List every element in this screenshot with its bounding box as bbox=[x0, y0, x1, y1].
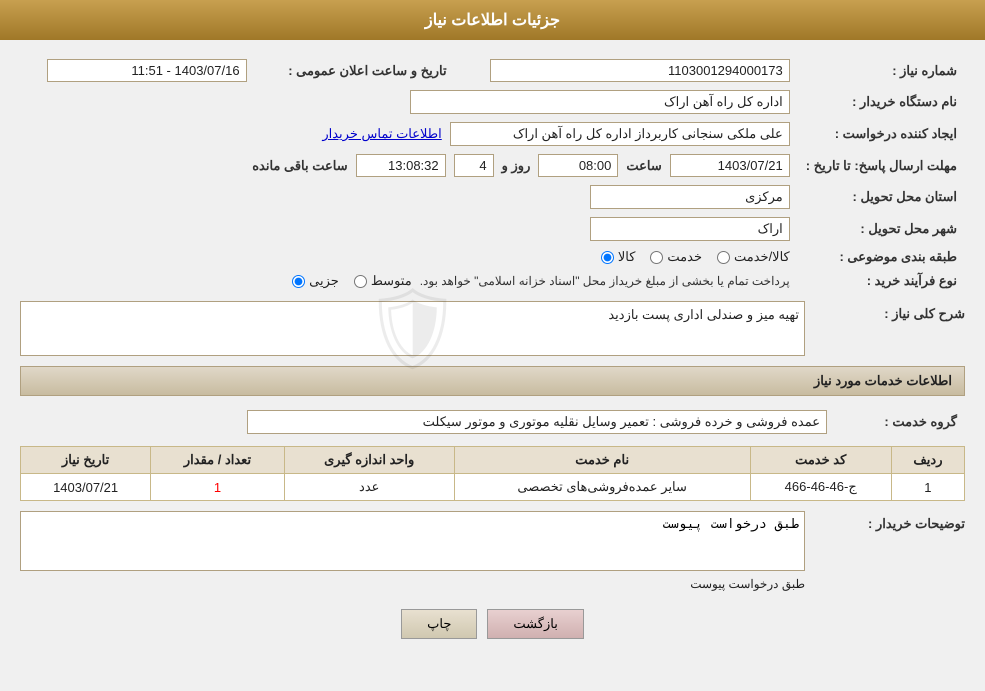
buyer-desc-textarea[interactable] bbox=[20, 511, 805, 571]
col-qty: تعداد / مقدار bbox=[151, 447, 285, 474]
table-row: طبقه بندی موضوعی : کالا/خدمت خدمت کالا bbox=[20, 245, 965, 269]
cell-code: ج-46-46-466 bbox=[750, 474, 891, 501]
announcement-value: 1403/07/16 - 11:51 bbox=[20, 55, 255, 86]
cell-row: 1 bbox=[891, 474, 964, 501]
deadline-remaining-label: ساعت باقی مانده bbox=[252, 158, 347, 174]
col-name: نام خدمت bbox=[454, 447, 750, 474]
table-row: نام دستگاه خریدار : اداره کل راه آهن ارا… bbox=[20, 86, 965, 118]
page-header: جزئیات اطلاعات نیاز bbox=[0, 0, 985, 40]
city-input: اراک bbox=[590, 217, 790, 241]
radio-khedmat[interactable] bbox=[650, 251, 663, 264]
deadline-time-input: 08:00 bbox=[538, 154, 618, 177]
buyer-desc-section: توضیحات خریدار : طبق درخواست پیوست bbox=[20, 511, 965, 594]
radio-item-partial[interactable]: جزیی bbox=[292, 273, 339, 289]
deadline-time-label: ساعت bbox=[626, 158, 661, 174]
radio-medium[interactable] bbox=[354, 275, 367, 288]
need-number-input: 1103001294000173 bbox=[490, 59, 790, 82]
services-table-header: ردیف کد خدمت نام خدمت واحد اندازه گیری ت… bbox=[21, 447, 965, 474]
radio-item-kala-khedmat[interactable]: کالا/خدمت bbox=[717, 249, 790, 265]
col-date: تاریخ نیاز bbox=[21, 447, 151, 474]
need-number-value: 1103001294000173 bbox=[455, 55, 798, 86]
radio-kala-khedmat[interactable] bbox=[717, 251, 730, 264]
service-group-table: گروه خدمت : عمده فروشی و خرده فروشی : تع… bbox=[20, 406, 965, 438]
table-row: شماره نیاز : 1103001294000173 تاریخ و سا… bbox=[20, 55, 965, 86]
category-radio-group: کالا/خدمت خدمت کالا bbox=[28, 249, 790, 265]
services-table: ردیف کد خدمت نام خدمت واحد اندازه گیری ت… bbox=[20, 446, 965, 501]
col-row: ردیف bbox=[891, 447, 964, 474]
purchase-type-label: نوع فرآیند خرید : bbox=[798, 269, 965, 293]
deadline-date-input: 1403/07/21 bbox=[670, 154, 790, 177]
requester-label: ایجاد کننده درخواست : bbox=[798, 118, 965, 150]
buyer-desc-label: توضیحات خریدار : bbox=[815, 511, 965, 532]
cell-date: 1403/07/21 bbox=[21, 474, 151, 501]
radio-kala[interactable] bbox=[601, 251, 614, 264]
page-wrapper: جزئیات اطلاعات نیاز شماره نیاز : 1103001… bbox=[0, 0, 985, 691]
col-code: کد خدمت bbox=[750, 447, 891, 474]
requester-input: علی ملکی سنجانی کاربرداز اداره کل راه آه… bbox=[450, 122, 790, 146]
purchase-type-note: پرداخت تمام یا بخشی از مبلغ خریداز محل "… bbox=[420, 274, 790, 288]
col-unit: واحد اندازه گیری bbox=[284, 447, 454, 474]
deadline-days-input: 4 bbox=[454, 154, 494, 177]
service-group-label: گروه خدمت : bbox=[835, 406, 965, 438]
radio-item-kala[interactable]: کالا bbox=[601, 249, 636, 265]
requester-contact-link[interactable]: اطلاعات تماس خریدار bbox=[322, 126, 441, 142]
services-section-header: اطلاعات خدمات مورد نیاز bbox=[20, 366, 965, 396]
province-input: مرکزی bbox=[590, 185, 790, 209]
need-desc-section: شرح کلی نیاز : 🛡 تهیه میز و صندلی اداری … bbox=[20, 301, 965, 356]
province-label: استان محل تحویل : bbox=[798, 181, 965, 213]
radio-item-khedmat[interactable]: خدمت bbox=[650, 249, 702, 265]
print-button[interactable]: چاپ bbox=[401, 609, 477, 639]
back-button[interactable]: بازگشت bbox=[487, 609, 583, 639]
deadline-label: مهلت ارسال پاسخ: تا تاریخ : bbox=[798, 150, 965, 181]
need-desc-input: تهیه میز و صندلی اداری پست بازدید bbox=[20, 301, 805, 356]
radio-partial[interactable] bbox=[292, 275, 305, 288]
city-label: شهر محل تحویل : bbox=[798, 213, 965, 245]
category-label: طبقه بندی موضوعی : bbox=[798, 245, 965, 269]
buyer-desc-text: طبق درخواست پیوست bbox=[20, 574, 805, 594]
radio-item-medium[interactable]: متوسط bbox=[354, 273, 412, 289]
table-row: شهر محل تحویل : اراک bbox=[20, 213, 965, 245]
need-number-label: شماره نیاز : bbox=[798, 55, 965, 86]
deadline-remaining-input: 13:08:32 bbox=[356, 154, 446, 177]
buyer-org-label: نام دستگاه خریدار : bbox=[798, 86, 965, 118]
buyer-org-input: اداره کل راه آهن اراک bbox=[410, 90, 790, 114]
deadline-days-label: روز و bbox=[502, 158, 531, 174]
purchase-type-radio-group: متوسط جزیی bbox=[292, 273, 412, 289]
main-content: شماره نیاز : 1103001294000173 تاریخ و سا… bbox=[0, 40, 985, 654]
services-table-body: 1 ج-46-46-466 سایر عمده‌فروشی‌های تخصصی … bbox=[21, 474, 965, 501]
announcement-label: تاریخ و ساعت اعلان عمومی : bbox=[255, 55, 455, 86]
cell-qty: 1 bbox=[151, 474, 285, 501]
cell-name: سایر عمده‌فروشی‌های تخصصی bbox=[454, 474, 750, 501]
table-row: مهلت ارسال پاسخ: تا تاریخ : 1403/07/21 س… bbox=[20, 150, 965, 181]
service-group-input: عمده فروشی و خرده فروشی : تعمیر وسایل نق… bbox=[247, 410, 827, 434]
table-row: استان محل تحویل : مرکزی bbox=[20, 181, 965, 213]
info-table: شماره نیاز : 1103001294000173 تاریخ و سا… bbox=[20, 55, 965, 293]
button-bar: بازگشت چاپ bbox=[20, 609, 965, 639]
table-row: گروه خدمت : عمده فروشی و خرده فروشی : تع… bbox=[20, 406, 965, 438]
table-row: ردیف کد خدمت نام خدمت واحد اندازه گیری ت… bbox=[21, 447, 965, 474]
need-desc-area: 🛡 تهیه میز و صندلی اداری پست بازدید bbox=[20, 301, 805, 356]
table-row: نوع فرآیند خرید : پرداخت تمام یا بخشی از… bbox=[20, 269, 965, 293]
need-desc-label: شرح کلی نیاز : bbox=[815, 301, 965, 322]
page-title: جزئیات اطلاعات نیاز bbox=[425, 12, 560, 29]
announcement-input: 1403/07/16 - 11:51 bbox=[47, 59, 247, 82]
cell-unit: عدد bbox=[284, 474, 454, 501]
table-row: ایجاد کننده درخواست : علی ملکی سنجانی کا… bbox=[20, 118, 965, 150]
table-row: 1 ج-46-46-466 سایر عمده‌فروشی‌های تخصصی … bbox=[21, 474, 965, 501]
